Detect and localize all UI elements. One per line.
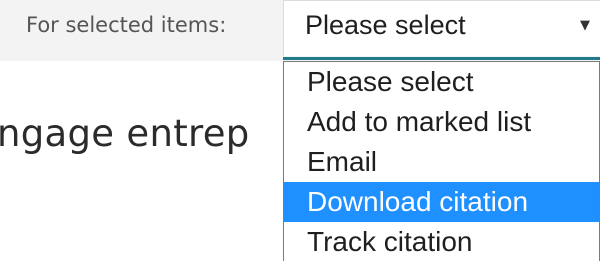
chevron-down-icon: ▼ [580, 18, 590, 33]
bulk-action-select[interactable]: Please select ▼ [283, 0, 600, 56]
background-heading: ngage entrep [0, 112, 250, 155]
page-canvas: For selected items: Please select ▼ ngag… [0, 0, 600, 261]
bulk-action-select-value: Please select [305, 10, 466, 40]
dropdown-option-please-select[interactable]: Please select [284, 62, 599, 102]
select-focus-underline [283, 57, 600, 60]
dropdown-option-email[interactable]: Email [284, 142, 599, 182]
for-selected-items-label: For selected items: [26, 13, 227, 37]
dropdown-option-add-to-marked-list[interactable]: Add to marked list [284, 102, 599, 142]
bulk-action-dropdown-list: Please select Add to marked list Email D… [283, 61, 600, 261]
dropdown-option-download-citation[interactable]: Download citation [284, 182, 599, 222]
dropdown-option-track-citation[interactable]: Track citation [284, 222, 599, 261]
